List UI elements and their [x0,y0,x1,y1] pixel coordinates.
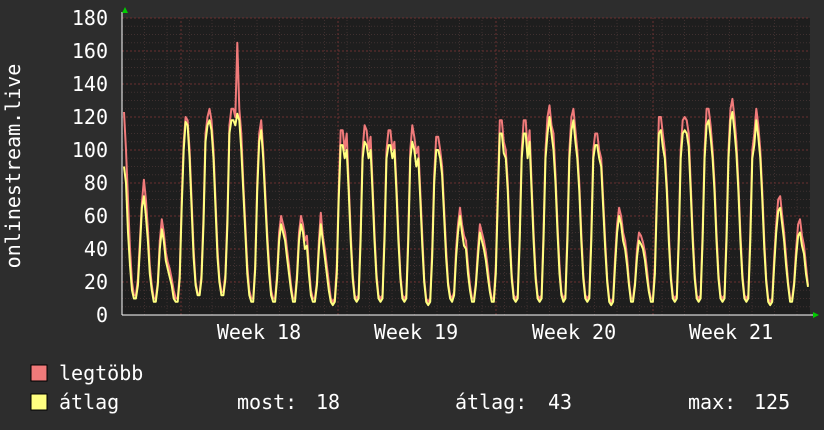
x-tick-labels: Week 18 Week 19 Week 20 Week 21 [217,320,773,344]
stat-most-label: most: [237,390,297,414]
legend-swatch-atlag [30,393,48,411]
x-tick-label: Week 19 [374,320,458,344]
legend-label-atlag: átlag [59,390,119,414]
y-tick-label: 0 [96,303,108,327]
stat-atlag-label: átlag: [455,390,527,414]
stat-max-value: 125 [754,390,790,414]
legend-swatch-legtobb [30,364,48,382]
x-axis-arrow-icon [813,312,819,318]
y-tick-label: 100 [72,138,108,162]
y-tick-label: 180 [72,6,108,30]
x-tick-label: Week 21 [689,320,773,344]
y-tick-label: 80 [84,171,108,195]
stat-most-value: 18 [316,390,340,414]
chart: 020406080100120140160180 Week 18 Week 19 W… [1,6,819,414]
stat-atlag-value: 43 [548,390,572,414]
y-tick-label: 120 [72,105,108,129]
y-tick-label: 60 [84,204,108,228]
y-tick-label: 140 [72,72,108,96]
y-tick-label: 20 [84,270,108,294]
y-tick-label: 160 [72,39,108,63]
legend-label-legtobb: legtöbb [59,361,143,385]
y-axis-label: onlinestream.live [1,64,25,269]
y-tick-labels: 0 20 40 60 80 100 120 140 160 180 [72,6,108,327]
stat-max-label: max: [688,390,736,414]
y-axis-arrow-icon [122,7,128,13]
y-tick-label: 40 [84,237,108,261]
x-tick-label: Week 18 [217,320,301,344]
x-tick-label: Week 20 [532,320,616,344]
